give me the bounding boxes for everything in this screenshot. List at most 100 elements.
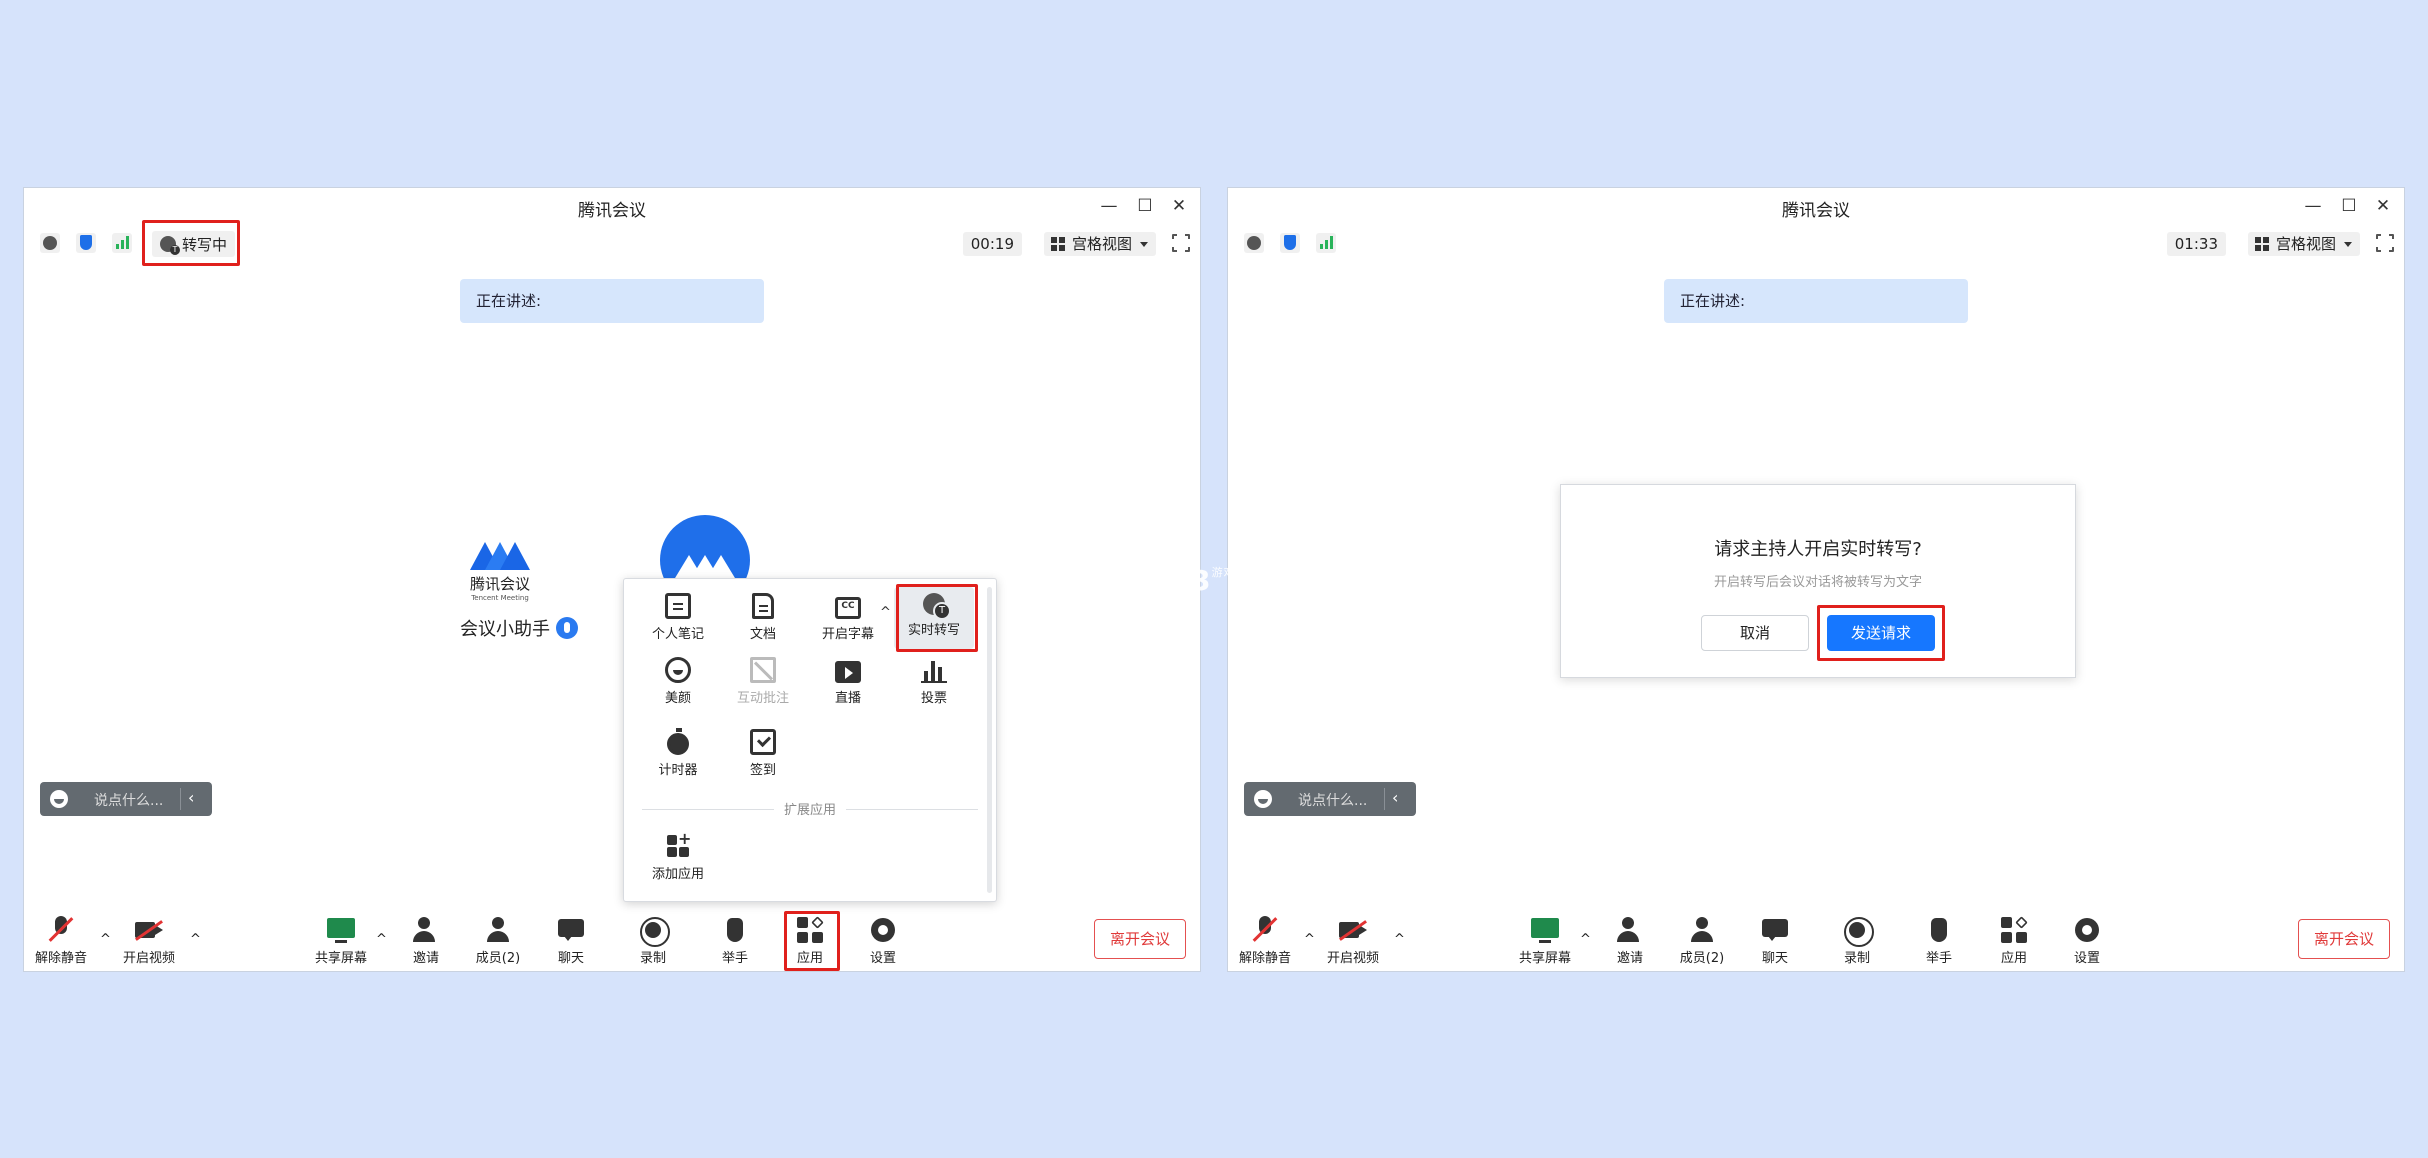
members-icon (1688, 916, 1716, 944)
invite-icon (412, 916, 440, 944)
share-screen-icon (327, 916, 355, 944)
start-video-button[interactable]: 开启视频 (114, 916, 184, 966)
site-watermark: K73游戏之家 (1148, 564, 1260, 597)
app-beauty[interactable]: 美颜 (638, 657, 718, 706)
apps-icon (796, 916, 824, 944)
meeting-timer: 01:33 (2166, 232, 2226, 256)
grid-view-icon (1050, 237, 1065, 251)
view-mode-label: 宫格视图 (1071, 235, 1132, 253)
gear-icon (869, 916, 897, 944)
app-annotate: 互动批注 (723, 657, 803, 706)
send-request-button[interactable]: 发送请求 (1827, 615, 1935, 651)
app-checkin[interactable]: 签到 (723, 729, 803, 778)
share-options-caret-icon[interactable]: ^ (376, 932, 387, 947)
view-mode-label: 宫格视图 (2275, 235, 2336, 253)
grid-view-icon (2254, 237, 2269, 251)
signal-icon[interactable] (112, 233, 132, 253)
leave-meeting-button[interactable]: 离开会议 (1094, 919, 1186, 959)
quick-chat-input[interactable]: 说点什么... ‹ (40, 782, 212, 816)
share-screen-icon (1531, 916, 1559, 944)
record-button[interactable]: 录制 (618, 916, 688, 966)
app-personal-notes[interactable]: 个人笔记 (638, 593, 718, 642)
realtime-transcribe-icon (923, 593, 951, 620)
apps-button[interactable]: 应用 (775, 916, 845, 966)
apps-button[interactable]: 应用 (1979, 916, 2049, 966)
chevron-down-icon (1140, 242, 1148, 251)
info-icon[interactable] (40, 233, 60, 253)
maximize-button[interactable]: ☐ (2336, 194, 2362, 218)
video-options-caret-icon[interactable]: ^ (190, 932, 201, 947)
app-documents[interactable]: 文档 (723, 593, 803, 642)
mic-badge-icon (556, 617, 578, 639)
captions-icon (835, 597, 861, 619)
quick-chat-input[interactable]: 说点什么... ‹ (1244, 782, 1416, 816)
record-icon (1843, 916, 1874, 947)
meeting-window-left: 腾讯会议 — ☐ ✕ 转写中 00:19 宫格视图 正在讲述: 腾讯会议 Ten… (23, 187, 1201, 972)
app-captions[interactable]: 开启字幕 (808, 593, 888, 642)
popup-scrollbar[interactable] (987, 587, 992, 893)
captions-caret-icon[interactable]: ^ (880, 605, 891, 620)
emoji-icon[interactable] (1254, 790, 1272, 808)
beauty-icon (665, 657, 691, 683)
minimize-button[interactable]: — (1096, 194, 1122, 218)
collapse-chevron-icon[interactable]: ‹ (188, 788, 194, 807)
extension-apps-label: 扩展应用 (624, 799, 996, 818)
chat-placeholder: 说点什么... (94, 793, 164, 809)
notebook-icon (665, 593, 691, 619)
maximize-button[interactable]: ☐ (1132, 194, 1158, 218)
invite-button[interactable]: 邀请 (391, 916, 461, 966)
members-button[interactable]: 成员(2) (463, 916, 533, 966)
app-live[interactable]: 直播 (808, 657, 888, 706)
record-button[interactable]: 录制 (1822, 916, 1892, 966)
fullscreen-icon[interactable] (2375, 233, 2395, 253)
share-screen-button[interactable]: 共享屏幕 (1510, 916, 1580, 966)
leave-meeting-button[interactable]: 离开会议 (2298, 919, 2390, 959)
share-options-caret-icon[interactable]: ^ (1580, 932, 1591, 947)
minimize-button[interactable]: — (2300, 194, 2326, 218)
add-app-button[interactable]: + 添加应用 (638, 829, 718, 882)
cancel-button[interactable]: 取消 (1701, 615, 1809, 651)
record-icon (639, 916, 670, 947)
window-title: 腾讯会议 (578, 201, 646, 221)
chat-icon (557, 916, 585, 944)
fullscreen-icon[interactable] (1171, 233, 1191, 253)
title-bar: 腾讯会议 — ☐ ✕ (1228, 188, 2404, 224)
signal-icon[interactable] (1316, 233, 1336, 253)
raise-hand-button[interactable]: 举手 (1904, 916, 1974, 966)
app-vote[interactable]: 投票 (894, 657, 974, 706)
emoji-icon[interactable] (50, 790, 68, 808)
chevron-down-icon (2344, 242, 2352, 251)
audio-options-caret-icon[interactable]: ^ (1304, 932, 1315, 947)
view-mode-dropdown[interactable]: 宫格视图 (2247, 232, 2360, 256)
request-transcribe-dialog: 请求主持人开启实时转写? 开启转写后会议对话将被转写为文字 取消 发送请求 (1560, 484, 2076, 678)
view-mode-dropdown[interactable]: 宫格视图 (1043, 232, 1156, 256)
unmute-button[interactable]: 解除静音 (1230, 916, 1300, 966)
unmute-button[interactable]: 解除静音 (26, 916, 96, 966)
close-button[interactable]: ✕ (1166, 194, 1192, 218)
app-timer[interactable]: 计时器 (638, 728, 718, 778)
meeting-window-right: 腾讯会议 — ☐ ✕ 01:33 宫格视图 正在讲述: 请求主持人开启实时转写?… (1227, 187, 2405, 972)
raise-hand-button[interactable]: 举手 (700, 916, 770, 966)
start-video-button[interactable]: 开启视频 (1318, 916, 1388, 966)
chat-button[interactable]: 聊天 (1740, 916, 1810, 966)
apps-icon (2000, 916, 2028, 944)
settings-button[interactable]: 设置 (2052, 916, 2122, 966)
audio-options-caret-icon[interactable]: ^ (100, 932, 111, 947)
chat-placeholder: 说点什么... (1298, 793, 1368, 809)
transcribing-indicator[interactable]: 转写中 (152, 231, 236, 257)
info-icon[interactable] (1244, 233, 1264, 253)
chat-icon (1761, 916, 1789, 944)
close-button[interactable]: ✕ (2370, 194, 2396, 218)
video-options-caret-icon[interactable]: ^ (1394, 932, 1405, 947)
invite-button[interactable]: 邀请 (1595, 916, 1665, 966)
app-realtime-transcribe[interactable]: 实时转写 (894, 587, 974, 649)
chat-button[interactable]: 聊天 (536, 916, 606, 966)
settings-button[interactable]: 设置 (848, 916, 918, 966)
meeting-toolbar: 01:33 宫格视图 (1228, 226, 2404, 260)
security-shield-icon[interactable] (1280, 233, 1300, 253)
share-screen-button[interactable]: 共享屏幕 (306, 916, 376, 966)
security-shield-icon[interactable] (76, 233, 96, 253)
members-button[interactable]: 成员(2) (1667, 916, 1737, 966)
timer-icon (667, 728, 689, 755)
collapse-chevron-icon[interactable]: ‹ (1392, 788, 1398, 807)
